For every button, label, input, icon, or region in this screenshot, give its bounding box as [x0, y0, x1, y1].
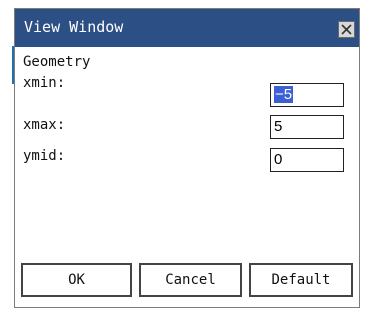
ymid-field[interactable]: 0	[270, 148, 344, 172]
xmin-label: xmin:	[23, 75, 66, 91]
xmax-value: 5	[274, 118, 283, 135]
dialog-titlebar: View Window	[15, 9, 359, 47]
xmax-label: xmax:	[23, 117, 66, 133]
xmin-field[interactable]: −5	[270, 83, 344, 107]
dialog-title: View Window	[24, 18, 124, 36]
default-button[interactable]: Default	[249, 263, 353, 297]
cancel-button[interactable]: Cancel	[139, 263, 242, 297]
xmax-field[interactable]: 5	[270, 115, 344, 139]
ymid-value: 0	[274, 151, 283, 168]
ok-button[interactable]: OK	[21, 263, 132, 297]
xmin-value: −5	[274, 86, 294, 103]
close-button[interactable]	[338, 21, 355, 38]
ymid-label: ymid:	[23, 148, 66, 164]
screen: View Window Geometry xmin: −5 xmax: 5 ym…	[0, 0, 365, 313]
close-icon	[341, 24, 352, 35]
section-title: Geometry	[23, 54, 91, 70]
